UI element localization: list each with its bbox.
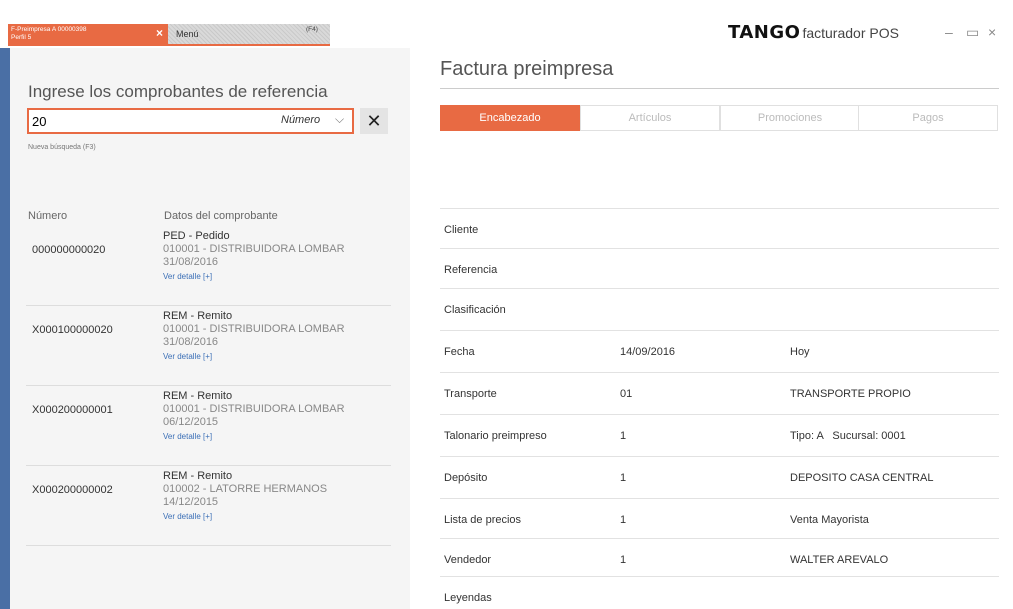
result-row[interactable]: X000100000020 REM - Remito 010001 - DIST…: [26, 306, 391, 386]
field-row-fecha[interactable]: Fecha 14/09/2016 Hoy: [440, 330, 999, 370]
field-description: DEPOSITO CASA CENTRAL: [790, 472, 934, 484]
search-input[interactable]: [32, 112, 232, 130]
column-header-datos: Datos del comprobante: [164, 210, 278, 222]
field-label: Cliente: [444, 224, 479, 236]
field-description: Tipo: A Sucursal: 0001: [790, 430, 906, 442]
view-detail-link[interactable]: Ver detalle [+]: [163, 432, 212, 441]
tab-pagos[interactable]: Pagos: [858, 105, 998, 131]
result-type: REM - Remito: [163, 470, 233, 482]
tab-menu-shortcut: (F4): [306, 26, 318, 33]
result-number: 000000000020: [32, 244, 106, 256]
field-value: 1: [620, 472, 627, 484]
tab-profile: Perfil 5: [11, 34, 32, 41]
reference-heading: Ingrese los comprobantes de referencia: [28, 82, 328, 101]
chevron-down-icon[interactable]: ⌵: [335, 112, 344, 127]
field-row-leyendas[interactable]: Leyendas: [440, 576, 999, 609]
field-value: 01: [620, 388, 633, 400]
result-client: 010001 - DISTRIBUIDORA LOMBAR: [163, 243, 345, 255]
reference-panel: Ingrese los comprobantes de referencia N…: [10, 48, 410, 609]
tab-factura-preimpresa[interactable]: F-Preimpresa A 00000398 Perfil 5 ×: [8, 24, 168, 44]
field-row-transporte[interactable]: Transporte 01 TRANSPORTE PROPIO: [440, 372, 999, 412]
field-row-clasificacion[interactable]: Clasificación: [440, 288, 999, 328]
close-window-icon[interactable]: ×: [988, 24, 996, 40]
tab-encabezado[interactable]: Encabezado: [440, 105, 580, 131]
result-client: 010001 - DISTRIBUIDORA LOMBAR: [163, 403, 345, 415]
field-label: Talonario preimpreso: [444, 430, 547, 442]
tab-title: F-Preimpresa A 00000398: [11, 26, 87, 33]
view-detail-link[interactable]: Ver detalle [+]: [163, 512, 212, 521]
field-description: TRANSPORTE PROPIO: [790, 388, 911, 400]
minimize-icon[interactable]: –: [945, 24, 953, 40]
top-bar: F-Preimpresa A 00000398 Perfil 5 × Menú …: [0, 0, 1013, 48]
result-type: REM - Remito: [163, 310, 233, 322]
brand-logo: TANGO facturador POS: [728, 22, 899, 46]
result-number: X000200000002: [32, 484, 113, 496]
result-date: 31/08/2016: [163, 256, 219, 268]
result-type: REM - Remito: [163, 390, 233, 402]
field-label: Vendedor: [444, 554, 492, 566]
field-label: Transporte: [444, 388, 497, 400]
field-label: Clasificación: [444, 304, 506, 316]
field-description: Hoy: [790, 346, 810, 358]
result-row[interactable]: X000200000001 REM - Remito 010001 - DIST…: [26, 386, 391, 466]
field-label: Depósito: [444, 472, 488, 484]
tab-close-icon[interactable]: ×: [156, 27, 163, 39]
field-value: 14/09/2016: [620, 346, 676, 358]
field-value: 1: [620, 554, 627, 566]
field-row-referencia[interactable]: Referencia: [440, 248, 999, 288]
field-value: 1: [620, 514, 627, 526]
result-number: X000200000001: [32, 404, 113, 416]
view-detail-link[interactable]: Ver detalle [+]: [163, 352, 212, 361]
tab-articulos[interactable]: Artículos: [580, 105, 720, 131]
result-client: 010001 - DISTRIBUIDORA LOMBAR: [163, 323, 345, 335]
result-row[interactable]: 000000000020 PED - Pedido 010001 - DISTR…: [26, 226, 391, 306]
result-date: 06/12/2015: [163, 416, 219, 428]
result-number: X000100000020: [32, 324, 113, 336]
left-accent-bar: [0, 48, 10, 609]
result-client: 010002 - LATORRE HERMANOS: [163, 483, 328, 495]
page-title: Factura preimpresa: [440, 58, 614, 80]
search-box[interactable]: Número ⌵: [27, 108, 354, 134]
maximize-icon[interactable]: ▭: [966, 24, 979, 41]
tab-menu-label: Menú: [176, 29, 199, 39]
search-type-select[interactable]: Número: [281, 114, 320, 126]
tab-menu[interactable]: Menú (F4): [168, 24, 330, 44]
field-row-deposito[interactable]: Depósito 1 DEPOSITO CASA CENTRAL: [440, 456, 999, 496]
field-description: WALTER AREVALO: [790, 554, 889, 566]
field-label: Fecha: [444, 346, 475, 358]
field-label: Lista de precios: [444, 514, 522, 526]
result-date: 14/12/2015: [163, 496, 219, 508]
field-row-cliente[interactable]: Cliente: [440, 208, 999, 248]
field-row-vendedor[interactable]: Vendedor 1 WALTER AREVALO: [440, 538, 999, 578]
field-row-lista-precios[interactable]: Lista de precios 1 Venta Mayorista: [440, 498, 999, 538]
result-row[interactable]: X000200000002 REM - Remito 010002 - LATO…: [26, 466, 391, 546]
field-description: Venta Mayorista: [790, 514, 869, 526]
tango-logo: TANGO: [728, 22, 801, 43]
field-row-talonario[interactable]: Talonario preimpreso 1 Tipo: A Sucursal:…: [440, 414, 999, 454]
result-type: PED - Pedido: [163, 230, 230, 242]
result-date: 31/08/2016: [163, 336, 219, 348]
clear-search-button[interactable]: ✕: [360, 108, 388, 134]
field-value: 1: [620, 430, 627, 442]
product-name: facturador POS: [802, 25, 899, 41]
new-search-hint: Nueva búsqueda (F3): [28, 144, 96, 151]
field-label: Leyendas: [444, 592, 492, 604]
tab-promociones[interactable]: Promociones: [720, 105, 860, 131]
field-label: Referencia: [444, 264, 498, 276]
column-header-numero: Número: [28, 210, 68, 222]
view-detail-link[interactable]: Ver detalle [+]: [163, 272, 212, 281]
title-divider: [440, 88, 999, 89]
tab-underline: [8, 44, 330, 46]
